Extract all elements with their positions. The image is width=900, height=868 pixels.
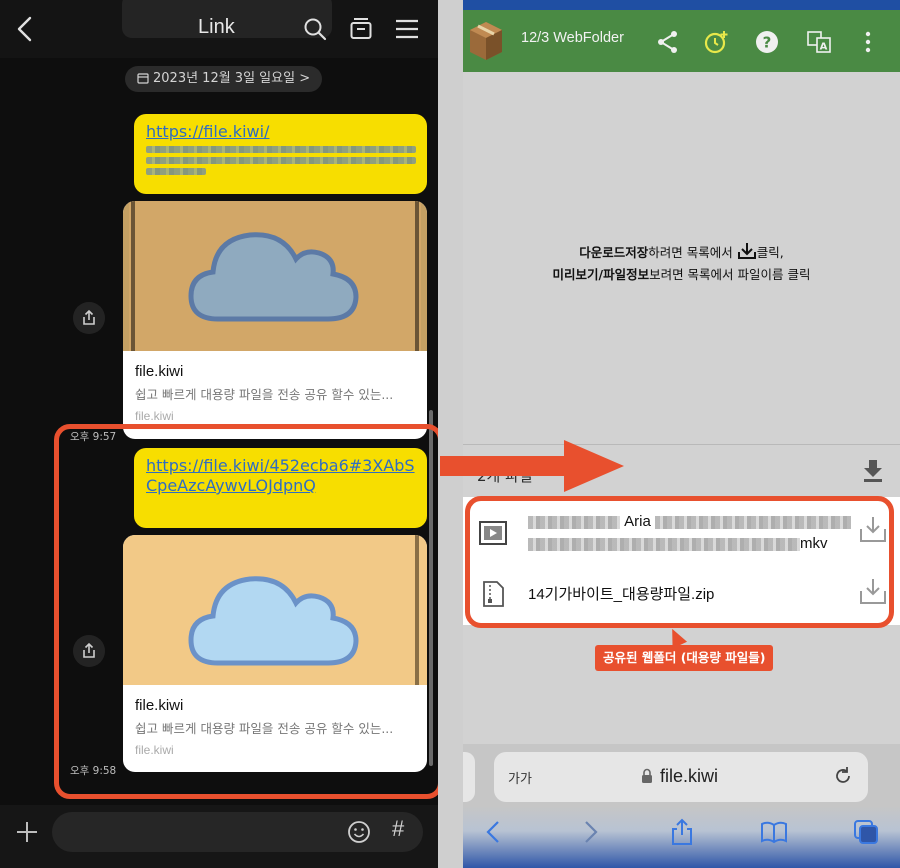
bookmarks-icon[interactable] xyxy=(760,818,788,846)
calendar-icon xyxy=(137,73,149,84)
url-text[interactable]: file.kiwi xyxy=(660,766,718,787)
instruction-bold-2: 미리보기/파일정보 xyxy=(552,267,650,282)
instruction-bold-1: 다운로드저장 xyxy=(579,245,649,260)
app-title: 12/3 WebFolder xyxy=(521,30,624,46)
pane-divider xyxy=(438,0,463,868)
blurred-link-line xyxy=(146,168,206,175)
link-bubble-1[interactable]: https://file.kiwi/ xyxy=(134,114,427,194)
card-desc-1: 쉽고 빠르게 대용량 파일을 전송 공유 할수 있는... xyxy=(135,387,394,402)
drawer-icon[interactable] xyxy=(348,16,374,42)
menu-icon[interactable] xyxy=(394,16,420,42)
download-icon xyxy=(737,243,756,259)
share-icon[interactable] xyxy=(668,818,696,846)
callout-label: 공유된 웹폴더 (대용량 파일들) xyxy=(595,645,774,671)
arrow-annotation xyxy=(440,440,624,492)
instruction-text-1b: 클릭, xyxy=(756,245,784,260)
instructions: 다운로드저장하려면 목록에서 클릭, 미리보기/파일정보보려면 목록에서 파일이… xyxy=(463,242,900,286)
browser-top-strip xyxy=(463,0,900,10)
translate-icon[interactable]: A xyxy=(806,29,832,55)
previous-tab-sliver[interactable] xyxy=(463,752,475,802)
more-vert-icon[interactable] xyxy=(855,29,881,55)
date-chip[interactable]: 2023년 12월 3일 일요일 > xyxy=(125,66,323,92)
cloud-icon xyxy=(123,201,427,351)
date-chip-label: 2023년 12월 3일 일요일 xyxy=(153,71,296,86)
highlight-box-files xyxy=(465,496,894,628)
svg-text:?: ? xyxy=(763,34,772,52)
tabs-icon[interactable] xyxy=(852,818,880,846)
card-title-1: file.kiwi xyxy=(135,363,184,380)
highlight-box-chat xyxy=(54,424,443,799)
hashtag-button[interactable]: # xyxy=(392,816,404,842)
svg-text:A: A xyxy=(820,42,828,53)
download-all-icon[interactable] xyxy=(861,458,885,484)
link-preview-card-1[interactable]: file.kiwi 쉽고 빠르게 대용량 파일을 전송 공유 할수 있는... … xyxy=(123,201,427,439)
blurred-link-line xyxy=(146,157,416,164)
forward-icon[interactable] xyxy=(576,818,604,846)
text-size-button[interactable]: 가가 xyxy=(508,768,532,787)
plus-icon[interactable] xyxy=(14,819,40,845)
share-icon[interactable] xyxy=(655,29,681,55)
preview-image-1 xyxy=(123,201,427,351)
box-logo-icon xyxy=(470,22,502,60)
help-icon[interactable]: ? xyxy=(754,29,780,55)
webfolder-pane: 12/3 WebFolder ? A 다운로드저장하려면 목록에서 클릭, 미리… xyxy=(463,0,900,868)
emoticon-icon[interactable] xyxy=(346,819,372,845)
webfolder-appbar: 12/3 WebFolder ? A xyxy=(463,10,900,72)
instruction-text-1: 하려면 목록에서 xyxy=(648,245,733,260)
add-timer-icon[interactable] xyxy=(703,29,729,55)
back-icon[interactable] xyxy=(480,818,508,846)
share-icon[interactable] xyxy=(73,302,105,334)
lock-icon xyxy=(642,768,652,783)
info-panel: 다운로드저장하려면 목록에서 클릭, 미리보기/파일정보보려면 목록에서 파일이… xyxy=(463,72,900,444)
screenshot-root: Link 2023년 12월 3일 일요일 > https://file.kiw… xyxy=(0,0,900,868)
blurred-link-line xyxy=(146,146,416,153)
link-text-1[interactable]: https://file.kiwi/ xyxy=(146,122,269,141)
reload-icon[interactable] xyxy=(832,765,854,787)
chat-title: Link xyxy=(198,16,235,38)
chevron-right-icon: > xyxy=(295,71,311,86)
search-icon[interactable] xyxy=(302,16,328,42)
instruction-text-2: 보려면 목록에서 파일이름 클릭 xyxy=(649,267,811,282)
back-icon[interactable] xyxy=(12,14,38,44)
